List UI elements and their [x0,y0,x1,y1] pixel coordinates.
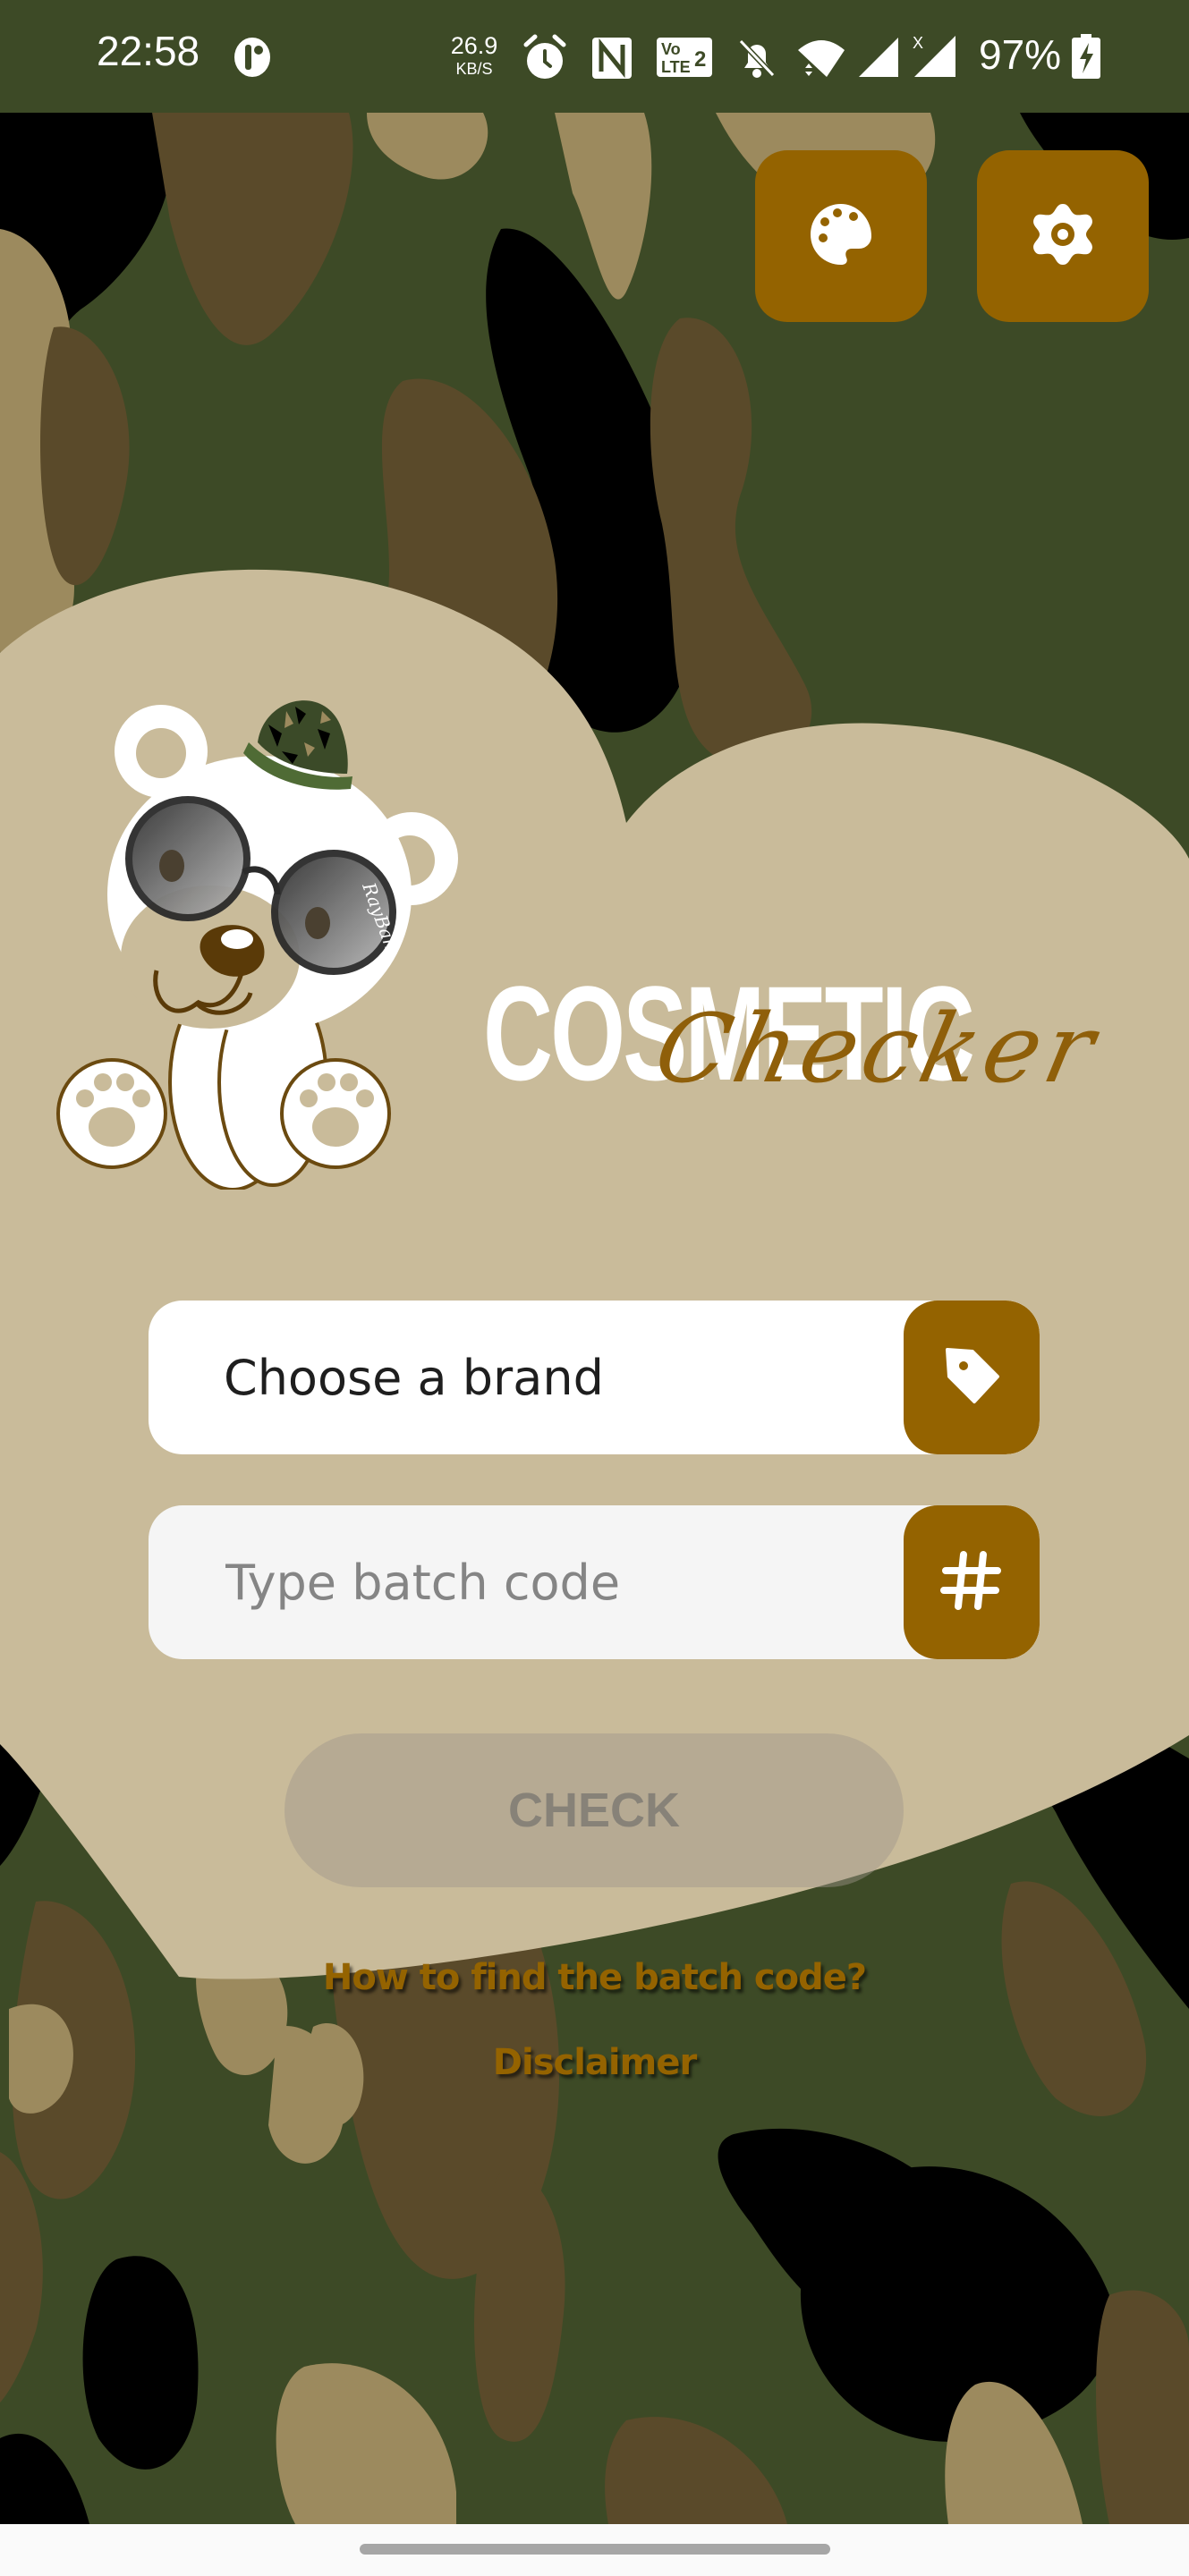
status-time: 22:58 [97,28,200,74]
brand-selector-label: Choose a brand [224,1349,604,1406]
settings-button[interactable] [977,150,1149,322]
tag-icon [942,1346,1001,1409]
brand-selector[interactable]: Choose a brand [149,1301,1040,1454]
battery-charging-icon [1072,34,1100,82]
logo-title-script: Checker [646,994,1109,1104]
settings-icon [1031,202,1095,270]
how-to-find-batch-code-link[interactable]: How to find the batch code? [0,1957,1189,1998]
network-speed: 26.9 KB/S [450,32,498,78]
notifications-off-icon [737,38,777,82]
svg-text:LTE: LTE [661,58,691,76]
batch-code-input[interactable] [224,1553,854,1612]
brand-selector-button[interactable] [904,1301,1040,1454]
signal-icon [857,36,898,80]
svg-text:2: 2 [694,47,706,72]
check-button[interactable]: CHECK [285,1733,904,1887]
home-gesture-handle[interactable] [360,2544,830,2555]
signal-no-data-icon: X [913,34,955,80]
svg-text:Vo: Vo [661,40,681,58]
palette-icon [809,202,873,270]
disclaimer-link[interactable]: Disclaimer [0,2042,1189,2083]
batch-code-field[interactable] [149,1505,1040,1659]
hash-icon [940,1549,1003,1615]
nfc-icon [592,38,632,82]
svg-text:X: X [913,34,923,52]
theme-button[interactable] [755,150,927,322]
status-bar: 22:58 26.9 KB/S Vo LTE 2 X 97% [0,0,1189,113]
wifi-icon [796,38,846,82]
navigation-bar [0,2524,1189,2576]
app-logo: COSMETIC Checker [474,948,1108,1127]
volte-2-icon: Vo LTE 2 [657,38,712,80]
battery-percent: 97% [979,31,1062,78]
bear-mascot-logo: RayBan [56,700,458,1190]
batch-code-icon-button[interactable] [904,1505,1040,1659]
alarm-icon [522,34,567,84]
app-notification-icon [231,36,274,82]
